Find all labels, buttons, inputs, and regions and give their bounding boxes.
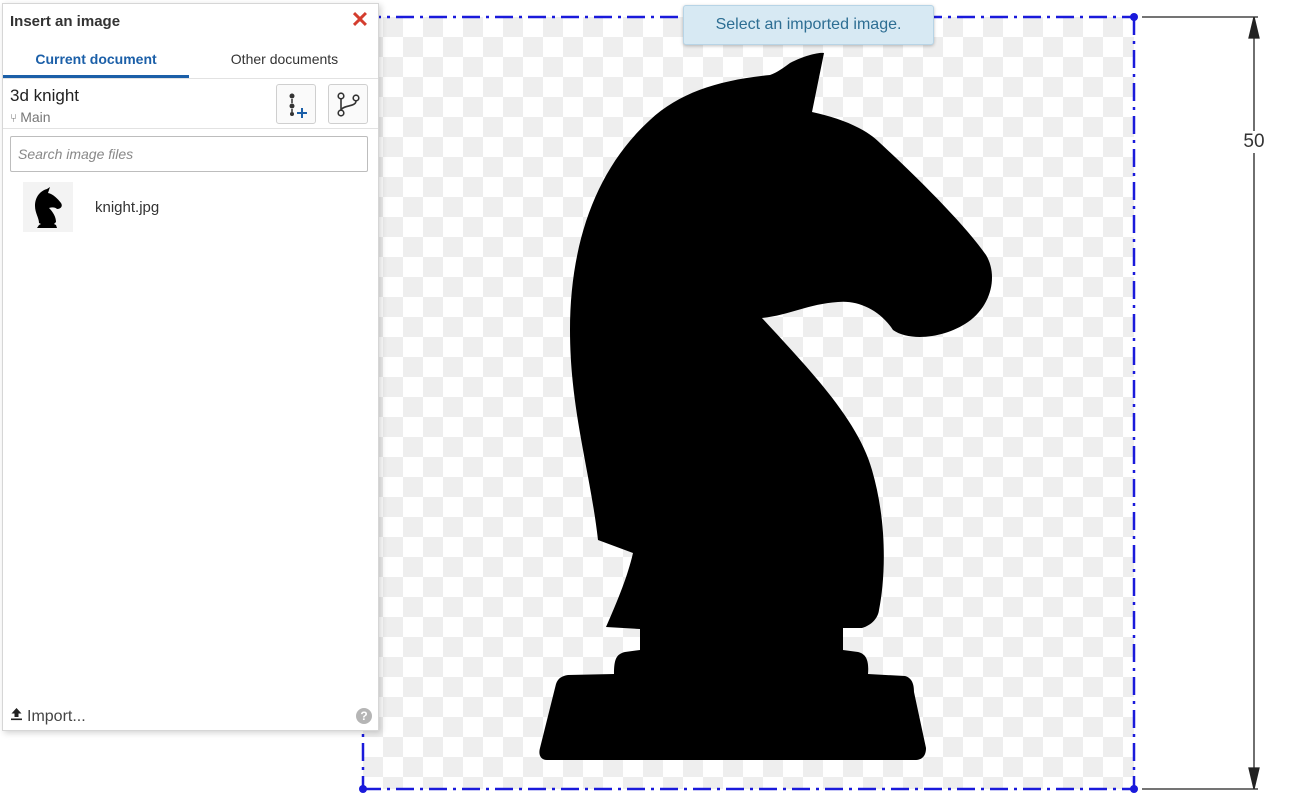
dimension-value[interactable]: 50	[1238, 131, 1270, 153]
document-name: 3d knight	[10, 86, 79, 105]
toast-message: Select an imported image.	[683, 5, 934, 45]
import-button[interactable]: Import...	[10, 707, 86, 726]
branch-button[interactable]	[328, 84, 368, 124]
import-label: Import...	[27, 708, 86, 725]
tab-current-document[interactable]: Current document	[3, 40, 189, 78]
knight-thumbnail	[23, 182, 73, 232]
branch-label: ⑂ Main	[10, 109, 51, 125]
dialog-title: Insert an image	[10, 13, 121, 30]
search-input[interactable]	[10, 136, 368, 172]
dimension-arrow-bottom	[1248, 767, 1260, 790]
upload-icon	[10, 707, 23, 726]
tab-other-documents[interactable]: Other documents	[191, 40, 378, 77]
corner-handle-top-right	[1130, 13, 1138, 21]
insert-version-button[interactable]	[276, 84, 316, 124]
close-icon[interactable]: ✕	[350, 9, 370, 31]
insert-image-dialog: Insert an image ✕ Current document Other…	[2, 3, 379, 731]
corner-handle-bottom-left	[359, 785, 367, 793]
file-name: knight.jpg	[95, 199, 160, 216]
dimension-arrow-top	[1248, 16, 1260, 39]
tab-bar: Current document Other documents	[3, 40, 378, 79]
branch-small-icon: ⑂	[10, 111, 18, 125]
help-icon[interactable]: ?	[356, 708, 372, 724]
branch-icon	[337, 92, 360, 117]
list-item[interactable]: knight.jpg	[9, 180, 374, 234]
divider	[3, 128, 378, 129]
version-insert-icon	[289, 93, 307, 118]
branch-name: Main	[20, 109, 51, 125]
corner-handle-bottom-right	[1130, 785, 1138, 793]
knight-image[interactable]	[539, 52, 992, 761]
